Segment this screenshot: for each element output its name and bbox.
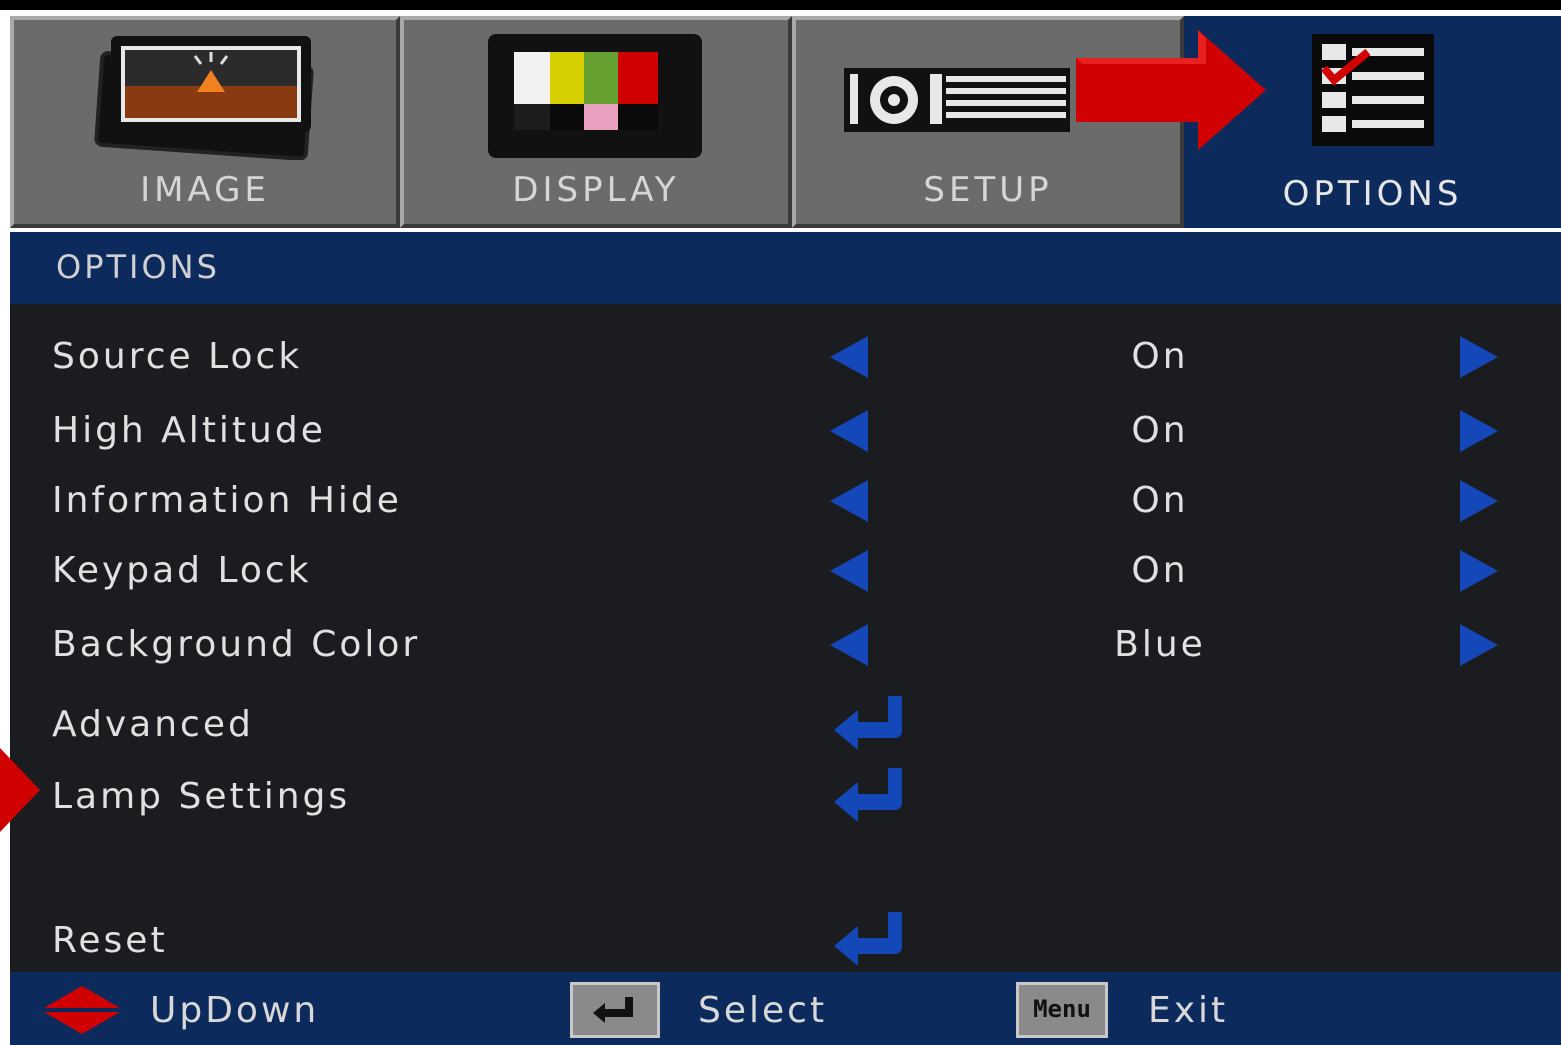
menu-row-value: Blue [1114, 624, 1206, 665]
section-header: OPTIONS [10, 232, 1561, 304]
arrow-right-icon[interactable] [1460, 624, 1498, 666]
projector-icon [842, 30, 1072, 144]
menu-row-label: Lamp Settings [52, 776, 351, 817]
menu-row-background-color[interactable]: Background Color Blue [10, 614, 1561, 674]
options-menu-list: Source Lock On High Altitude On Informat… [10, 304, 1561, 972]
footer-hint-bar: UpDown Select Menu Exit [10, 972, 1561, 1045]
arrow-left-icon[interactable] [830, 410, 868, 452]
menu-row-reset[interactable]: Reset [10, 910, 1561, 970]
enter-icon[interactable] [830, 910, 910, 974]
menu-row-advanced[interactable]: Advanced [10, 694, 1561, 754]
checklist-icon [1308, 30, 1438, 154]
tab-bar: IMAGE DISPLAY SETUP OPTIONS [10, 16, 1561, 228]
updown-icon [42, 986, 122, 1038]
enter-key-icon [570, 982, 660, 1038]
enter-icon[interactable] [830, 694, 910, 758]
red-pointer-arrow-icon [0, 748, 44, 836]
updown-label: UpDown [150, 990, 320, 1031]
menu-row-information-hide[interactable]: Information Hide On [10, 470, 1561, 530]
menu-row-value: On [1131, 480, 1189, 521]
menu-row-label: Background Color [52, 624, 421, 665]
tab-image[interactable]: IMAGE [10, 16, 400, 228]
menu-row-value: On [1131, 550, 1189, 591]
select-label: Select [698, 990, 828, 1031]
menu-row-label: Advanced [52, 704, 254, 745]
menu-row-high-altitude[interactable]: High Altitude On [10, 400, 1561, 460]
tab-options-label: OPTIONS [1282, 174, 1463, 214]
red-pointer-arrow-icon [1076, 30, 1276, 154]
menu-row-value: On [1131, 336, 1189, 377]
menu-key-icon: Menu [1016, 982, 1108, 1038]
arrow-left-icon[interactable] [830, 336, 868, 378]
menu-row-label: Source Lock [52, 336, 303, 377]
menu-row-lamp-settings[interactable]: Lamp Settings [10, 766, 1561, 826]
top-border [0, 0, 1561, 10]
menu-row-label: Information Hide [52, 480, 402, 521]
display-color-bars-icon [486, 30, 706, 164]
image-icon [85, 30, 325, 164]
arrow-right-icon[interactable] [1460, 410, 1498, 452]
arrow-left-icon[interactable] [830, 550, 868, 592]
tab-display[interactable]: DISPLAY [400, 16, 792, 228]
tab-image-label: IMAGE [140, 170, 270, 210]
tab-display-label: DISPLAY [512, 170, 680, 210]
menu-row-value: On [1131, 410, 1189, 451]
menu-key-label: Menu [1033, 995, 1091, 1023]
tab-setup-label: SETUP [923, 170, 1053, 210]
arrow-right-icon[interactable] [1460, 480, 1498, 522]
enter-icon[interactable] [830, 766, 910, 830]
arrow-right-icon[interactable] [1460, 550, 1498, 592]
menu-row-label: Keypad Lock [52, 550, 312, 591]
arrow-left-icon[interactable] [830, 624, 868, 666]
section-title: OPTIONS [56, 248, 220, 286]
arrow-left-icon[interactable] [830, 480, 868, 522]
exit-label: Exit [1148, 990, 1229, 1031]
arrow-right-icon[interactable] [1460, 336, 1498, 378]
menu-row-keypad-lock[interactable]: Keypad Lock On [10, 540, 1561, 600]
menu-row-source-lock[interactable]: Source Lock On [10, 326, 1561, 386]
menu-row-label: High Altitude [52, 410, 326, 451]
menu-row-label: Reset [52, 920, 168, 961]
projector-osd-menu: IMAGE DISPLAY SETUP OPTIONS OPTIONS Sour… [0, 0, 1561, 1045]
